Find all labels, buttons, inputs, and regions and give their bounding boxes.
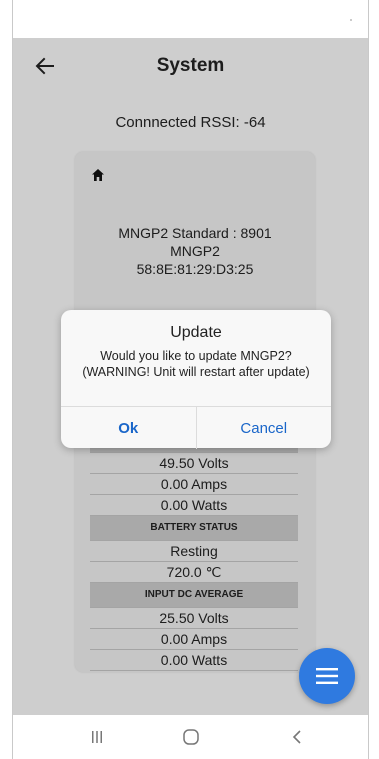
status-indicator: [350, 19, 352, 21]
chevron-left-icon: [292, 730, 301, 744]
status-bar: [13, 0, 368, 38]
nav-home-button[interactable]: [177, 725, 205, 749]
nav-recents-button[interactable]: [83, 725, 111, 749]
system-screen: System Connnected RSSI: -64 MNGP2 Standa…: [13, 38, 368, 715]
menu-fab-button[interactable]: [299, 648, 355, 704]
dialog-title: Update: [170, 324, 222, 341]
menu-icon: [316, 668, 338, 684]
dialog-actions: Ok Cancel: [61, 406, 331, 449]
dialog-message: Would you like to update MNGP2? (WARNING…: [82, 349, 310, 379]
nav-back-button[interactable]: [283, 725, 311, 749]
recents-icon: [92, 731, 102, 743]
home-circle-icon: [183, 729, 199, 745]
system-nav-bar: [13, 715, 368, 759]
ok-button[interactable]: Ok: [61, 407, 197, 449]
phone-frame: System Connnected RSSI: -64 MNGP2 Standa…: [12, 0, 369, 759]
cancel-button[interactable]: Cancel: [197, 407, 332, 449]
update-dialog: Update Would you like to update MNGP2? (…: [61, 310, 331, 449]
